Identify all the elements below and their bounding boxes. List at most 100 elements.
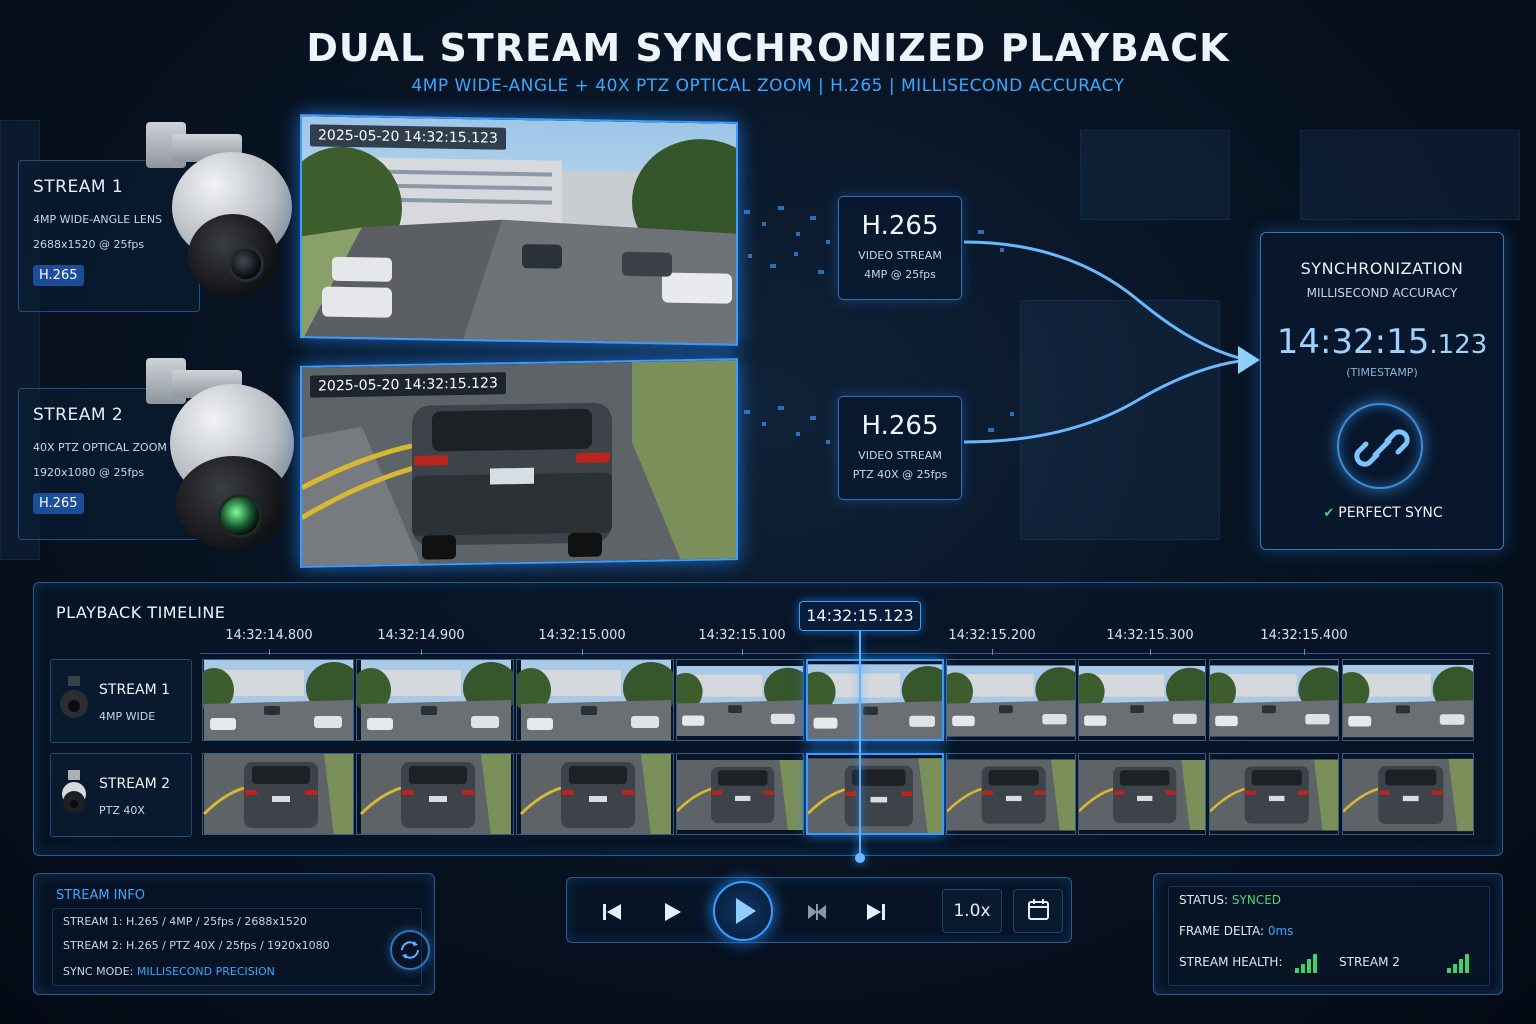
stream-info-panel: STREAM INFO STREAM 1: H.265 / 4MP / 25fp… — [33, 873, 435, 995]
timeline-title: PLAYBACK TIMELINE — [56, 603, 226, 622]
stream-1-frame-thumbnail[interactable] — [516, 659, 674, 741]
frame-delta-value: 0ms — [1267, 924, 1294, 938]
timeline-tick-label: 14:32:15.400 — [1260, 628, 1348, 643]
playback-speed-button[interactable]: 1.0x — [942, 889, 1002, 933]
stream-2-video[interactable]: 2025-05-20 14:32:15.123 — [300, 358, 738, 568]
stream-2-frame-thumbnail[interactable] — [806, 753, 944, 835]
stream-2-frame-thumbnail[interactable] — [1078, 753, 1206, 835]
timeline-tick-label: 14:32:15.000 — [538, 628, 626, 643]
timeline-playhead-handle[interactable] — [855, 853, 865, 863]
stream-health-label: STREAM HEALTH: — [1179, 955, 1283, 969]
timeline-tick-label: 14:32:15.100 — [698, 628, 786, 643]
stream-2-frame-thumbnail[interactable] — [676, 753, 804, 835]
link-icon — [1337, 403, 1423, 489]
stream-2-frame-thumbnail[interactable] — [1209, 753, 1339, 835]
timeline-tick — [1150, 649, 1151, 655]
stream-2-frame-thumbnail[interactable] — [202, 753, 354, 835]
stream-2-frame-thumbnail[interactable] — [946, 753, 1076, 835]
data-flow-lines — [738, 206, 1260, 444]
stream-1-codec-line2: 4MP @ 25fps — [864, 268, 936, 281]
stream-1-codec-label: H.265 — [861, 211, 939, 241]
timeline-tick — [421, 649, 422, 655]
stream-1-frame-thumbnail[interactable] — [1078, 659, 1206, 741]
timeline-tick — [992, 649, 993, 655]
skip-forward-icon[interactable] — [861, 897, 891, 927]
stream-1-scene — [300, 116, 738, 346]
timeline-axis — [200, 653, 1490, 654]
check-circle-icon: ✔ — [1323, 506, 1335, 521]
status-panel: STATUS: SYNCED FRAME DELTA: 0ms STREAM H… — [1153, 873, 1503, 995]
track-stream-1-sub: 4MP WIDE — [99, 710, 156, 723]
track-stream-2-sub: PTZ 40X — [99, 804, 145, 817]
sync-time-ms: .123 — [1429, 330, 1488, 360]
sync-status: ✔ PERFECT SYNC — [1261, 505, 1505, 521]
sync-title: SYNCHRONIZATION — [1300, 259, 1464, 278]
track-stream-1-name: STREAM 1 — [99, 682, 171, 698]
timeline-tick — [269, 649, 270, 655]
stream-info-line-2: STREAM 2: H.265 / PTZ 40X / 25fps / 1920… — [63, 939, 330, 952]
stream-2-codec-box: H.265 VIDEO STREAM PTZ 40X @ 25fps — [838, 396, 962, 500]
stream-1-frame-thumbnail[interactable] — [806, 659, 944, 741]
sync-status-label: PERFECT SYNC — [1338, 505, 1443, 521]
timeline-tick-label: 14:32:15.300 — [1106, 628, 1194, 643]
stream-1-codec-badge: H.265 — [33, 265, 84, 286]
calendar-button[interactable] — [1013, 889, 1063, 933]
stream-1-frame-thumbnail[interactable] — [946, 659, 1076, 741]
synchronization-panel: SYNCHRONIZATION MILLISECOND ACCURACY 14:… — [1260, 232, 1504, 550]
stream-1-frame-thumbnail[interactable] — [1342, 659, 1474, 741]
sync-subtitle: MILLISECOND ACCURACY — [1306, 286, 1458, 300]
stream-2-frame-thumbnail[interactable] — [1342, 753, 1474, 835]
sync-mode-value: MILLISECOND PRECISION — [136, 965, 275, 978]
status-line: STATUS: SYNCED — [1179, 893, 1281, 907]
calendar-icon — [1028, 899, 1049, 920]
stream-2-frame-thumbnail[interactable] — [516, 753, 674, 835]
status-body: STATUS: SYNCED FRAME DELTA: 0ms STREAM H… — [1168, 886, 1490, 986]
background-rack — [1300, 130, 1520, 220]
stream-1-video[interactable]: 2025-05-20 14:32:15.123 — [300, 114, 738, 346]
playback-timeline: PLAYBACK TIMELINE 14:32:14.800 14:32:14.… — [33, 582, 1503, 863]
frame-delta-label: FRAME DELTA: — [1179, 924, 1265, 938]
timeline-tick-label: 14:32:15.200 — [948, 628, 1036, 643]
stream-1-codec-line1: VIDEO STREAM — [858, 249, 942, 262]
play-icon[interactable] — [657, 897, 687, 927]
track-stream-2-label[interactable]: STREAM 2 PTZ 40X — [50, 753, 192, 837]
stream-info-title: STREAM INFO — [56, 888, 145, 903]
skip-back-icon[interactable] — [597, 897, 627, 927]
stream-1-codec-box: H.265 VIDEO STREAM 4MP @ 25fps — [838, 196, 962, 300]
page-subtitle: 4MP WIDE-ANGLE + 40X PTZ OPTICAL ZOOM | … — [411, 76, 1125, 96]
signal-bars-icon — [1447, 953, 1475, 973]
playback-controls: 1.0x — [566, 877, 1072, 943]
status-label: STATUS: — [1179, 893, 1229, 907]
track-stream-1-label[interactable]: STREAM 1 4MP WIDE — [50, 659, 192, 743]
stream-1-frame-thumbnail[interactable] — [676, 659, 804, 741]
stream-1-frame-thumbnail[interactable] — [356, 659, 514, 741]
play-main-icon — [736, 898, 756, 924]
stream-2-frame-thumbnail[interactable] — [356, 753, 514, 835]
frame-delta-line: FRAME DELTA: 0ms — [1179, 924, 1293, 938]
timeline-tick — [742, 649, 743, 655]
stream-info-sync-mode: SYNC MODE: MILLISECOND PRECISION — [63, 965, 275, 978]
sync-mode-label: SYNC MODE: — [63, 965, 134, 978]
step-frame-icon[interactable] — [802, 897, 832, 927]
page-title: DUAL STREAM SYNCHRONIZED PLAYBACK — [306, 26, 1230, 70]
dome-camera-1-icon — [142, 118, 302, 308]
sync-time-caption: (TIMESTAMP) — [1346, 366, 1418, 379]
sync-time-main: 14:32:15 — [1276, 322, 1430, 362]
stream-2-health-label: STREAM 2 — [1339, 955, 1400, 969]
sync-settings-icon[interactable] — [390, 930, 430, 970]
stream-1-frame-thumbnail[interactable] — [1209, 659, 1339, 741]
timeline-current-time: 14:32:15.123 — [799, 601, 921, 631]
stream-2-codec-line1: VIDEO STREAM — [858, 449, 942, 462]
signal-bars-icon — [1295, 953, 1323, 973]
stream-1-timestamp: 2025-05-20 14:32:15.123 — [310, 124, 506, 150]
timeline-tick — [1304, 649, 1305, 655]
stream-2-codec-line2: PTZ 40X @ 25fps — [852, 468, 948, 481]
status-value: SYNCED — [1231, 893, 1282, 907]
timeline-playhead[interactable] — [859, 631, 861, 857]
stream-info-line-1: STREAM 1: H.265 / 4MP / 25fps / 2688x152… — [63, 915, 307, 928]
stream-1-frame-thumbnail[interactable] — [202, 659, 354, 741]
play-main-button[interactable] — [713, 881, 773, 941]
stream-2-codec-label: H.265 — [861, 411, 939, 441]
stream-info-body: STREAM 1: H.265 / 4MP / 25fps / 2688x152… — [52, 908, 422, 986]
timeline-tick — [582, 649, 583, 655]
